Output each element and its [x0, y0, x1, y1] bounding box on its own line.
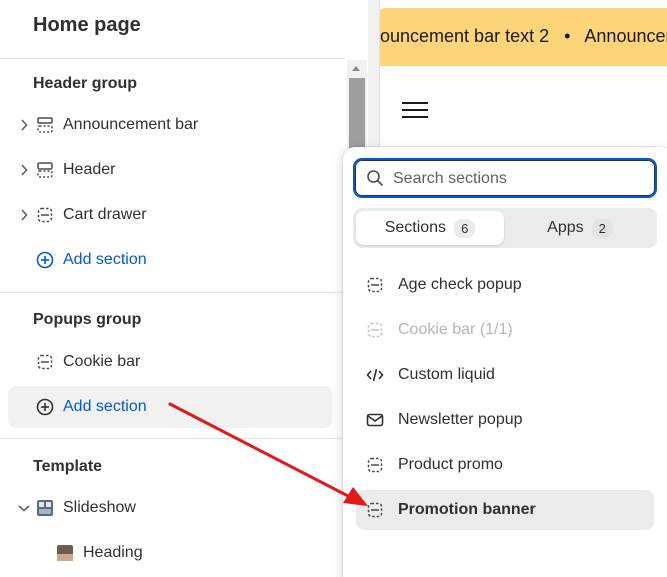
announcement-bar-icon: [36, 116, 54, 134]
add-section-button-header[interactable]: Add section: [8, 239, 332, 281]
divider: [0, 438, 345, 439]
search-input[interactable]: [393, 168, 643, 190]
option-label: Promotion banner: [398, 501, 536, 518]
search-icon: [366, 169, 384, 187]
plus-circle-icon: [36, 398, 54, 416]
header-group-title: Header group: [33, 75, 138, 92]
section-icon: [366, 456, 384, 474]
chevron-down-icon[interactable]: [18, 502, 30, 514]
tab-sections[interactable]: Sections 6: [356, 211, 504, 245]
page-title: Home page: [33, 14, 141, 36]
section-label: Announcement bar: [63, 116, 199, 133]
section-tabs: Sections 6 Apps 2: [353, 208, 657, 248]
tab-label: Apps: [547, 219, 584, 236]
section-icon: [36, 353, 54, 371]
section-label: Slideshow: [63, 499, 136, 516]
template-group-title: Template: [33, 458, 103, 475]
tab-apps[interactable]: Apps 2: [506, 211, 654, 245]
tab-label: Sections: [384, 219, 447, 236]
popups-group-title: Popups group: [33, 311, 142, 328]
section-option-newsletter-popup[interactable]: Newsletter popup: [356, 400, 654, 440]
section-option-promotion-banner[interactable]: Promotion banner: [356, 490, 654, 530]
option-label: Age check popup: [398, 276, 522, 293]
image-block-icon: [56, 544, 74, 562]
option-label: Newsletter popup: [398, 411, 523, 428]
chevron-right-icon[interactable]: [18, 209, 30, 221]
section-row-cart-drawer[interactable]: Cart drawer: [8, 194, 332, 236]
slideshow-icon: [36, 499, 54, 517]
announcement-text: ouncement bar text 2 • Announcement bar …: [380, 26, 667, 46]
add-section-button-popups[interactable]: Add section: [8, 386, 332, 428]
block-row-heading[interactable]: Heading: [8, 532, 332, 574]
section-label: Header: [63, 161, 116, 178]
email-icon: [366, 411, 384, 429]
scroll-up-arrow-icon[interactable]: [352, 66, 360, 71]
option-label: Custom liquid: [398, 366, 495, 383]
editor-sidebar: Home page Header group Announcement bar …: [0, 0, 345, 577]
option-label: Cookie bar (1/1): [398, 321, 513, 338]
divider: [0, 292, 345, 293]
option-label: Product promo: [398, 456, 503, 473]
section-option-custom-liquid[interactable]: Custom liquid: [356, 355, 654, 395]
section-row-cookie-bar[interactable]: Cookie bar: [8, 341, 332, 383]
section-option-age-check-popup[interactable]: Age check popup: [356, 265, 654, 305]
add-section-popover: Sections 6 Apps 2 Age check popup Cookie…: [343, 147, 667, 577]
announcement-bar-preview[interactable]: ouncement bar text 2 • Announcement bar …: [380, 8, 667, 66]
count-badge: 2: [591, 218, 613, 238]
block-label: Heading: [83, 544, 143, 561]
plus-circle-icon: [36, 251, 54, 269]
chevron-right-icon[interactable]: [18, 119, 30, 131]
section-icon: [366, 321, 384, 339]
code-icon: [366, 366, 384, 384]
section-icon: [36, 206, 54, 224]
section-icon: [366, 501, 384, 519]
chevron-right-icon[interactable]: [18, 164, 30, 176]
section-icon: [366, 276, 384, 294]
section-label: Cart drawer: [63, 206, 147, 223]
divider: [0, 58, 345, 59]
search-field[interactable]: [353, 158, 657, 198]
section-row-announcement-bar[interactable]: Announcement bar: [8, 104, 332, 146]
add-section-label: Add section: [63, 251, 147, 268]
section-row-slideshow[interactable]: Slideshow: [8, 487, 332, 529]
section-label: Cookie bar: [63, 353, 141, 370]
count-badge: 6: [454, 218, 476, 238]
add-section-label: Add section: [63, 398, 147, 415]
section-row-header[interactable]: Header: [8, 149, 332, 191]
section-option-cookie-bar: Cookie bar (1/1): [356, 310, 654, 350]
header-layout-icon: [36, 161, 54, 179]
menu-icon[interactable]: [402, 102, 428, 120]
section-option-product-promo[interactable]: Product promo: [356, 445, 654, 485]
